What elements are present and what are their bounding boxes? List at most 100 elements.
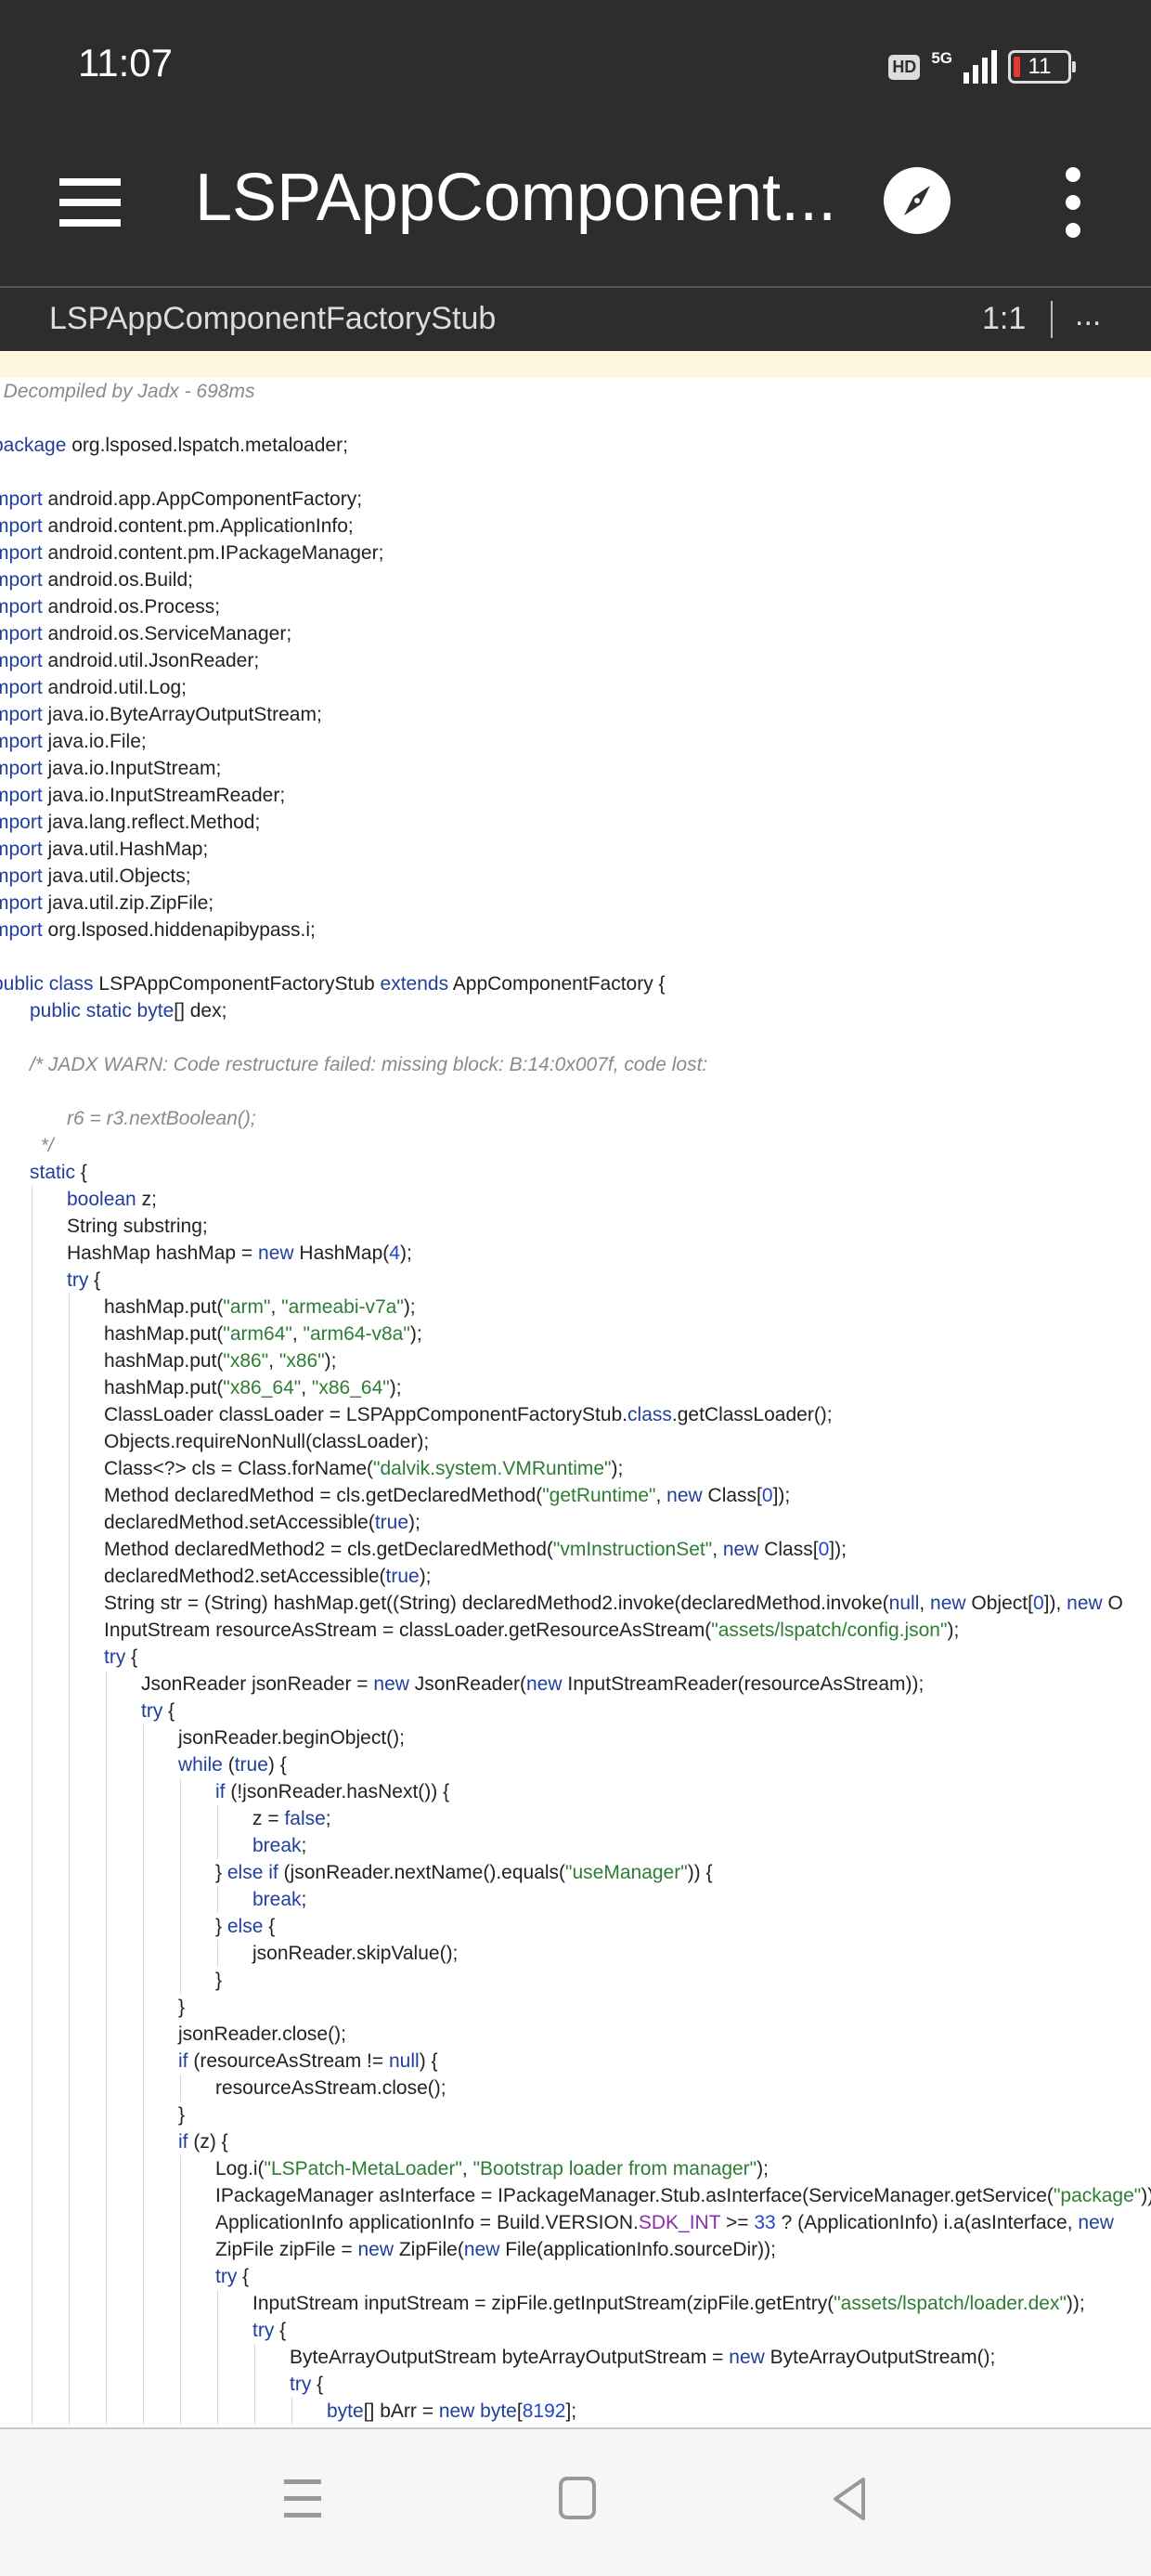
code-token: );	[409, 1323, 422, 1345]
indent-guide	[106, 1940, 107, 1967]
indent-guide	[143, 2182, 144, 2209]
keyword: new	[526, 1673, 563, 1695]
code-line: IPackageManager asInterface = IPackageMa…	[0, 2182, 1151, 2209]
code-line: mport android.util.Log;	[0, 674, 1151, 701]
indent-guide	[143, 1751, 144, 1778]
indent-guide	[180, 1940, 181, 1967]
code-token: InputStream resourceAsStream = classLoad…	[104, 1620, 712, 1641]
code-line: mport android.app.AppComponentFactory;	[0, 486, 1151, 513]
code-text: mport java.util.Objects;	[0, 863, 191, 890]
keyword: new	[722, 1539, 759, 1560]
code-token: );	[757, 2158, 769, 2179]
code-text: Method declaredMethod = cls.getDeclaredM…	[104, 1482, 790, 1509]
code-line: boolean z;	[0, 1186, 1151, 1213]
indent-guide	[69, 2128, 70, 2155]
keyword: if	[215, 1781, 226, 1802]
code-text: HashMap hashMap = new HashMap(4);	[67, 1240, 412, 1267]
code-line: if (resourceAsStream != null) {	[0, 2048, 1151, 2075]
indent-guide	[106, 2398, 107, 2425]
indent-guide	[143, 1778, 144, 1805]
indent-guide	[143, 1805, 144, 1832]
indent-guide	[180, 2317, 181, 2344]
indent-guide	[106, 1671, 107, 1698]
code-token: HashMap(	[293, 1242, 390, 1264]
code-token: android.os.Process;	[42, 596, 221, 618]
string-literal: "LSPatch-MetaLoader"	[264, 2158, 462, 2179]
indent-guide	[180, 1859, 181, 1886]
keyword: new	[258, 1242, 294, 1264]
indent-guide	[143, 2317, 144, 2344]
code-text: InputStream resourceAsStream = classLoad…	[104, 1617, 959, 1644]
comment: / Decompiled by Jadx - 698ms	[0, 381, 255, 402]
indent-guide	[69, 1509, 70, 1536]
file-more-button[interactable]: ...	[1075, 297, 1101, 333]
code-token: ))	[1141, 2185, 1151, 2206]
code-text: hashMap.put("arm64", "arm64-v8a");	[104, 1321, 422, 1347]
indent-guide	[143, 2344, 144, 2371]
indent-guide	[143, 1940, 144, 1967]
code-line: jsonReader.skipValue();	[0, 1940, 1151, 1967]
code-editor[interactable]: // Decompiled by Jadx - 698ms/package or…	[0, 351, 1151, 2427]
cursor-position[interactable]: 1:1	[982, 301, 1026, 337]
indent-guide	[69, 1778, 70, 1805]
code-token: ,	[270, 1296, 282, 1318]
code-token: ) {	[267, 1754, 287, 1776]
more-vert-icon[interactable]	[1062, 167, 1084, 241]
code-text: mport java.io.InputStreamReader;	[0, 782, 285, 809]
code-line: hashMap.put("x86_64", "x86_64");	[0, 1374, 1151, 1401]
indent-guide	[69, 1994, 70, 2021]
recents-icon[interactable]	[282, 2476, 323, 2522]
string-literal: "useManager"	[565, 1862, 688, 1883]
back-icon[interactable]	[830, 2476, 871, 2522]
code-line: declaredMethod2.setAccessible(true);	[0, 1563, 1151, 1590]
code-token: hashMap.put(	[104, 1377, 224, 1399]
indent-guide	[69, 1913, 70, 1940]
comment: */	[30, 1135, 54, 1156]
code-token: AppComponentFactory {	[448, 973, 666, 995]
code-text: jsonReader.beginObject();	[178, 1724, 405, 1751]
keyword: break	[252, 1889, 302, 1910]
code-line: mport java.io.InputStreamReader;	[0, 782, 1151, 809]
code-text: public class LSPAppComponentFactoryStub …	[0, 970, 666, 997]
indent-guide	[143, 2128, 144, 2155]
indent-guide	[106, 1832, 107, 1859]
code-token: }	[215, 1970, 223, 1991]
indent-guide	[106, 1886, 107, 1913]
keyword: mport	[0, 515, 43, 537]
keyword: try	[67, 1269, 89, 1291]
keyword: if	[178, 2050, 188, 2072]
code-token: String str = (String) hashMap.get((Strin…	[104, 1593, 889, 1614]
code-token: android.app.AppComponentFactory;	[42, 488, 363, 510]
indent-guide	[143, 2075, 144, 2101]
code-token: android.os.ServiceManager;	[42, 623, 292, 644]
code-line: mport java.io.ByteArrayOutputStream;	[0, 701, 1151, 728]
code-token: (	[222, 1754, 235, 1776]
hamburger-menu-icon[interactable]	[59, 175, 123, 230]
code-text: Method declaredMethod2 = cls.getDeclared…	[104, 1536, 847, 1563]
indent-guide	[69, 2101, 70, 2128]
code-line: mport java.io.File;	[0, 728, 1151, 755]
code-token: {	[75, 1162, 87, 1183]
code-token: z;	[136, 1189, 157, 1210]
code-text: } else if (jsonReader.nextName().equals(…	[215, 1859, 713, 1886]
indent-guide	[69, 2344, 70, 2371]
code-token: ));	[1066, 2293, 1085, 2314]
keyword: mport	[0, 758, 43, 779]
code-token: InputStreamReader(resourceAsStream));	[562, 1673, 925, 1695]
indent-guide	[69, 2317, 70, 2344]
keyword: try	[215, 2266, 238, 2287]
compass-icon[interactable]	[884, 167, 951, 234]
code-token: jsonReader.skipValue();	[252, 1943, 459, 1964]
indent-guide	[143, 2263, 144, 2290]
code-line: JsonReader jsonReader = new JsonReader(n…	[0, 1671, 1151, 1698]
keyword: new	[463, 2239, 500, 2260]
indent-guide	[69, 2398, 70, 2425]
keyword: new	[729, 2347, 765, 2368]
battery-level: 11	[1028, 54, 1052, 79]
home-icon[interactable]	[557, 2476, 598, 2522]
code-line: mport android.util.JsonReader;	[0, 647, 1151, 674]
keyword: try	[104, 1646, 126, 1668]
code-token: ByteArrayOutputStream();	[764, 2347, 996, 2368]
code-text: mport android.util.JsonReader;	[0, 647, 259, 674]
code-text: }	[178, 2101, 185, 2128]
